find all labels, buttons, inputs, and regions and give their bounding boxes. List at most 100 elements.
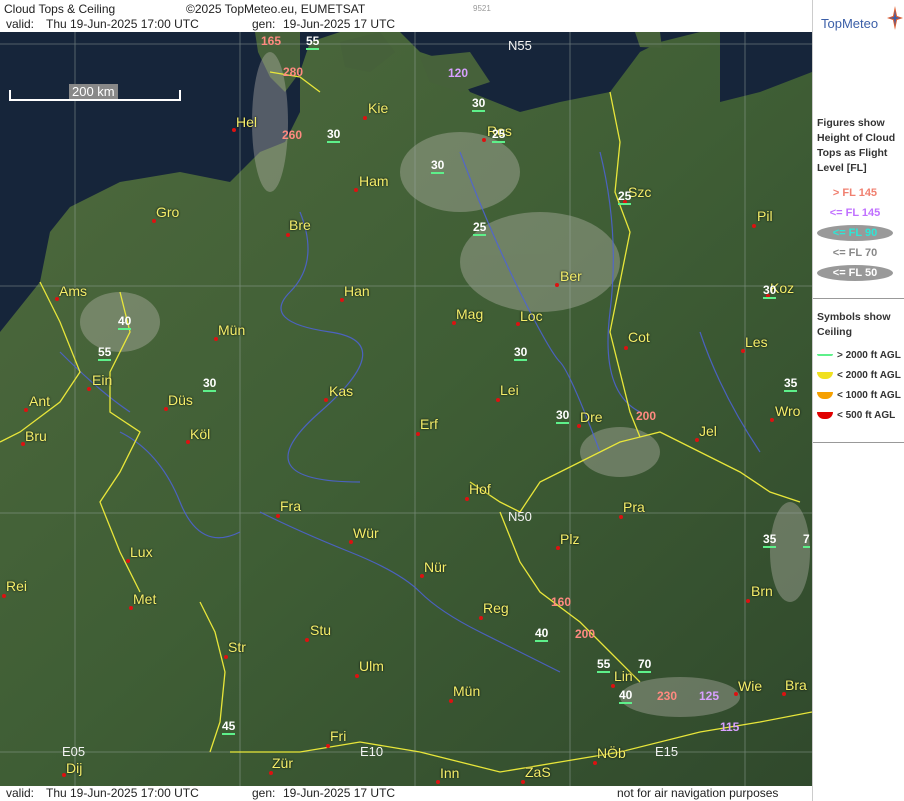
city-bra: Bra bbox=[785, 677, 807, 693]
cloud-top-value: 30 bbox=[203, 376, 217, 392]
header-bar: Cloud Tops & Ceiling ©2025 TopMeteo.eu, … bbox=[0, 0, 812, 32]
cloud-top-value: 40 bbox=[535, 626, 549, 642]
cloud-top-value: 30 bbox=[431, 158, 445, 174]
city-marker bbox=[611, 684, 615, 688]
cloud-top-value: 230 bbox=[657, 689, 678, 703]
legend-fl-le145: <= FL 145 bbox=[829, 207, 881, 219]
city-marker bbox=[2, 594, 6, 598]
legend-fl-gt145: > FL 145 bbox=[832, 187, 878, 199]
ceiling-legend-title: Symbols show Ceiling bbox=[817, 311, 891, 338]
cloud-top-value: 30 bbox=[514, 345, 528, 361]
cloud-top-value: 125 bbox=[699, 689, 720, 703]
cloud-top-value: 35 bbox=[763, 532, 777, 548]
city-pra: Pra bbox=[623, 499, 645, 515]
city-kas: Kas bbox=[329, 383, 354, 399]
ceiling-orange-icon bbox=[817, 391, 833, 399]
ceiling-line-icon bbox=[817, 354, 833, 357]
cloud-top-value: 55 bbox=[98, 345, 112, 361]
city-stu: Stu bbox=[310, 622, 332, 638]
city-marker bbox=[354, 188, 358, 192]
city-lei: Lei bbox=[500, 382, 519, 398]
city-marker bbox=[746, 599, 750, 603]
footer-valid-time: Thu 19-Jun-2025 17:00 UTC bbox=[46, 786, 199, 800]
city-marker bbox=[521, 780, 525, 784]
city-plz: Plz bbox=[560, 531, 580, 547]
city-marker bbox=[624, 346, 628, 350]
city-ant: Ant bbox=[29, 393, 51, 409]
cloud-top-value: 40 bbox=[619, 688, 633, 704]
lon-label-e05: E05 bbox=[62, 744, 86, 759]
city-brn: Brn bbox=[751, 583, 773, 599]
legend-fl-le50: <= FL 50 bbox=[817, 265, 893, 281]
footer-valid-label: valid: bbox=[6, 786, 35, 800]
city-marker bbox=[496, 398, 500, 402]
legend-ceiling-lt1000: < 1000 ft AGL bbox=[817, 390, 901, 401]
city-rei: Rei bbox=[6, 578, 28, 594]
city-les: Les bbox=[745, 334, 768, 350]
city-marker bbox=[24, 408, 28, 412]
cloud-top-value: 7 bbox=[803, 532, 810, 548]
footer-bar: valid: Thu 19-Jun-2025 17:00 UTC gen: 19… bbox=[0, 786, 812, 801]
city-marker bbox=[324, 398, 328, 402]
cloud-top-value: 200 bbox=[636, 409, 657, 423]
city-marker bbox=[87, 387, 91, 391]
city-dre: Dre bbox=[580, 409, 603, 425]
city-nur: Nür bbox=[424, 559, 447, 575]
cloud-tops-legend-title: Figures show Height of Cloud Tops as Fli… bbox=[817, 117, 896, 174]
satellite-map[interactable]: 200 km N55 N50 E05 E10 E15 Hel Kie Ros H… bbox=[0, 32, 812, 786]
city-cot: Cot bbox=[628, 329, 650, 345]
cloud-top-value: 40 bbox=[118, 314, 132, 330]
city-marker bbox=[619, 515, 623, 519]
legend-ceiling-lt2000: < 2000 ft AGL bbox=[817, 370, 901, 381]
cloud-top-value: 160 bbox=[551, 595, 572, 609]
lat-label-n50: N50 bbox=[508, 509, 532, 524]
city-mun-2: Mün bbox=[453, 683, 481, 699]
valid-label: valid: bbox=[6, 17, 35, 31]
city-ham: Ham bbox=[359, 173, 389, 189]
cloud-top-value: 25 bbox=[473, 220, 487, 236]
cloud-top-value: 55 bbox=[597, 657, 611, 673]
cloud-top-value: 70 bbox=[638, 657, 652, 673]
city-marker bbox=[224, 655, 228, 659]
cloud-top-value: 30 bbox=[472, 96, 486, 112]
city-ulm: Ulm bbox=[359, 658, 384, 674]
city-fra: Fra bbox=[280, 498, 301, 514]
city-bre: Bre bbox=[289, 217, 311, 233]
valid-time: Thu 19-Jun-2025 17:00 UTC bbox=[46, 17, 199, 31]
cloud-top-value: 120 bbox=[448, 66, 469, 80]
legend-fl-le90: <= FL 90 bbox=[817, 225, 893, 241]
city-marker bbox=[269, 771, 273, 775]
cloud-top-value: 45 bbox=[222, 719, 236, 735]
city-dij: Dij bbox=[66, 760, 83, 776]
footer-gen-time: 19-Jun-2025 17 UTC bbox=[283, 786, 396, 800]
legend-fl-le70: <= FL 70 bbox=[832, 247, 878, 259]
city-marker bbox=[593, 761, 597, 765]
city-marker bbox=[286, 233, 290, 237]
city-marker bbox=[416, 432, 420, 436]
city-ber: Ber bbox=[560, 268, 582, 284]
ceiling-red-icon bbox=[817, 411, 833, 419]
city-marker bbox=[326, 744, 330, 748]
city-inn: Inn bbox=[440, 765, 460, 781]
topmeteo-logo: TopMeteo bbox=[813, 6, 904, 34]
cloud-top-value: 25 bbox=[492, 127, 506, 143]
city-dus: Düs bbox=[168, 392, 193, 408]
cloud-top-value: 25 bbox=[618, 189, 632, 205]
city-wro: Wro bbox=[775, 403, 801, 419]
city-kie: Kie bbox=[368, 100, 389, 116]
cloud-top-value: 30 bbox=[556, 408, 570, 424]
cloud-top-value: 55 bbox=[306, 34, 320, 50]
city-reg: Reg bbox=[483, 600, 509, 616]
city-met: Met bbox=[133, 591, 157, 607]
city-fri: Fri bbox=[330, 728, 347, 744]
cloud-top-value: 165 bbox=[261, 34, 282, 48]
city-ein: Ein bbox=[92, 372, 113, 388]
city-hel: Hel bbox=[236, 114, 258, 130]
city-pil: Pil bbox=[757, 208, 773, 224]
scale-bar: 200 km bbox=[9, 84, 181, 102]
map-title: Cloud Tops & Ceiling bbox=[4, 2, 116, 16]
city-marker bbox=[465, 497, 469, 501]
city-marker bbox=[479, 616, 483, 620]
city-kol: Köl bbox=[190, 426, 211, 442]
cloud-top-value: 280 bbox=[283, 65, 304, 79]
